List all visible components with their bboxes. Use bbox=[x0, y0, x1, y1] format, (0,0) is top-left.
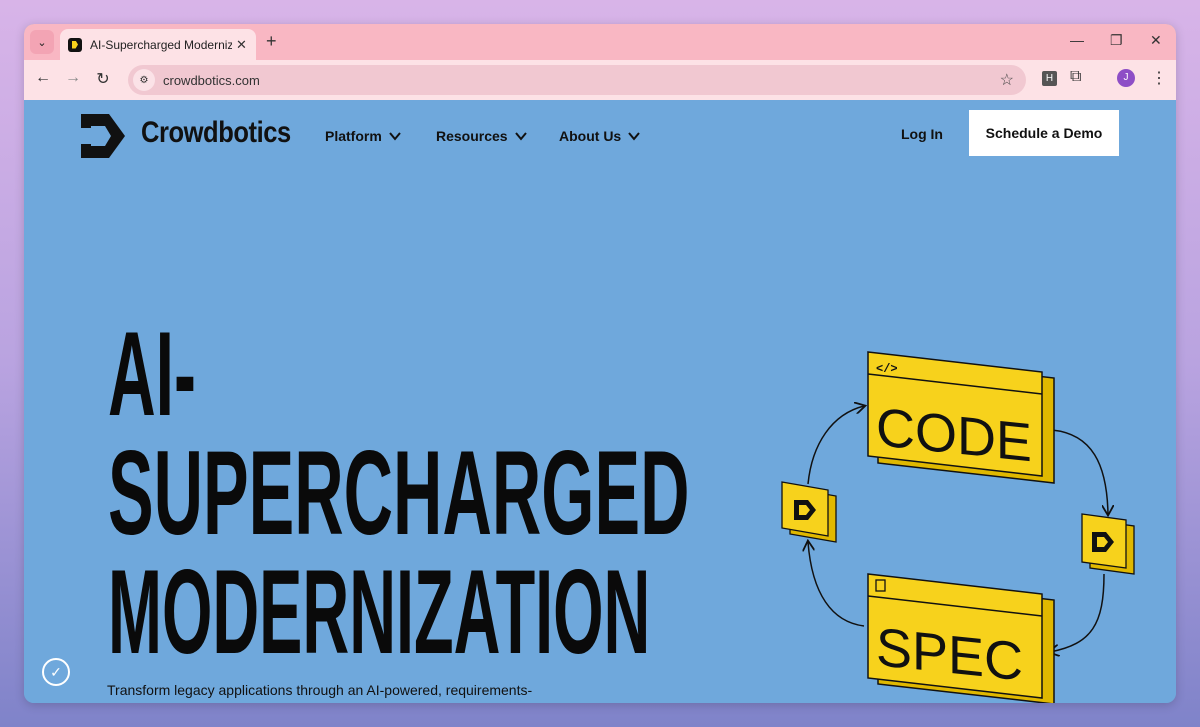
spec-card: SPEC bbox=[867, 573, 1055, 703]
left-node-logo-icon bbox=[781, 481, 837, 543]
reload-icon[interactable]: ↻ bbox=[92, 69, 114, 89]
nav-about-us-label: About Us bbox=[559, 128, 622, 144]
address-bar[interactable]: ⚙ crowdbotics.com ☆ bbox=[128, 65, 1026, 95]
url-text[interactable]: crowdbotics.com bbox=[163, 73, 260, 88]
code-spec-diagram: </> CODE SPEC bbox=[781, 351, 1135, 703]
restore-icon[interactable]: ❐ bbox=[1110, 32, 1123, 49]
profile-avatar[interactable]: J bbox=[1117, 69, 1135, 87]
hero-title-line-3: MODERNIZATION bbox=[108, 545, 651, 679]
forward-icon[interactable]: → bbox=[62, 69, 84, 87]
browser-toolbar: ← → ↻ ⚙ crowdbotics.com ☆ H ⧉ J ⋮ bbox=[24, 60, 1176, 100]
arrow-to-spec bbox=[1050, 573, 1105, 652]
close-window-icon[interactable]: ✕ bbox=[1150, 32, 1162, 49]
nav-resources[interactable]: Resources bbox=[436, 128, 528, 144]
extensions-puzzle-icon[interactable]: ⧉ bbox=[1070, 68, 1081, 86]
hero-title-line-2: SUPERCHARGED bbox=[108, 426, 690, 560]
tab-strip: ⌄ AI-Supercharged Modernization ✕ + — ❐ … bbox=[24, 24, 1176, 60]
minimize-icon[interactable]: — bbox=[1070, 32, 1084, 48]
right-node-logo-icon bbox=[1081, 513, 1135, 575]
nav-resources-label: Resources bbox=[436, 128, 508, 144]
chevron-down-icon bbox=[389, 132, 401, 141]
browser-window: ⌄ AI-Supercharged Modernization ✕ + — ❐ … bbox=[24, 24, 1176, 703]
page-content: Crowdbotics Platform Resources About Us … bbox=[24, 100, 1176, 703]
crowdbotics-logo-icon[interactable] bbox=[81, 114, 125, 158]
login-link[interactable]: Log In bbox=[901, 126, 943, 142]
nav-platform-label: Platform bbox=[325, 128, 382, 144]
browser-menu-icon[interactable]: ⋮ bbox=[1151, 68, 1167, 88]
accessibility-icon[interactable]: ✓ bbox=[42, 658, 70, 686]
hero-subtitle: Transform legacy applications through an… bbox=[107, 682, 533, 698]
tab-close-icon[interactable]: ✕ bbox=[236, 37, 247, 53]
new-tab-icon[interactable]: + bbox=[266, 31, 277, 52]
brand-name[interactable]: Crowdbotics bbox=[141, 116, 291, 150]
back-icon[interactable]: ← bbox=[32, 69, 54, 87]
bookmark-star-icon[interactable]: ☆ bbox=[1000, 70, 1014, 90]
site-info-icon[interactable]: ⚙ bbox=[133, 69, 155, 91]
extension-h-icon[interactable]: H bbox=[1042, 71, 1057, 86]
tab-active[interactable]: AI-Supercharged Modernization ✕ bbox=[60, 29, 256, 60]
chevron-down-icon bbox=[628, 132, 640, 141]
nav-platform[interactable]: Platform bbox=[325, 128, 402, 144]
tab-search-icon[interactable]: ⌄ bbox=[30, 30, 54, 54]
arrow-to-right-node bbox=[1051, 429, 1108, 514]
tab-title: AI-Supercharged Modernization bbox=[90, 37, 232, 52]
code-card: </> CODE bbox=[867, 351, 1055, 484]
schedule-demo-button[interactable]: Schedule a Demo bbox=[969, 110, 1119, 156]
arrow-to-left-node bbox=[808, 542, 865, 627]
code-tag-icon: </> bbox=[876, 362, 898, 376]
hero-title-line-1: AI- bbox=[108, 307, 196, 441]
nav-about-us[interactable]: About Us bbox=[559, 128, 641, 144]
arrow-to-code bbox=[807, 406, 864, 485]
chevron-down-icon bbox=[514, 132, 527, 141]
favicon-icon bbox=[68, 37, 82, 52]
